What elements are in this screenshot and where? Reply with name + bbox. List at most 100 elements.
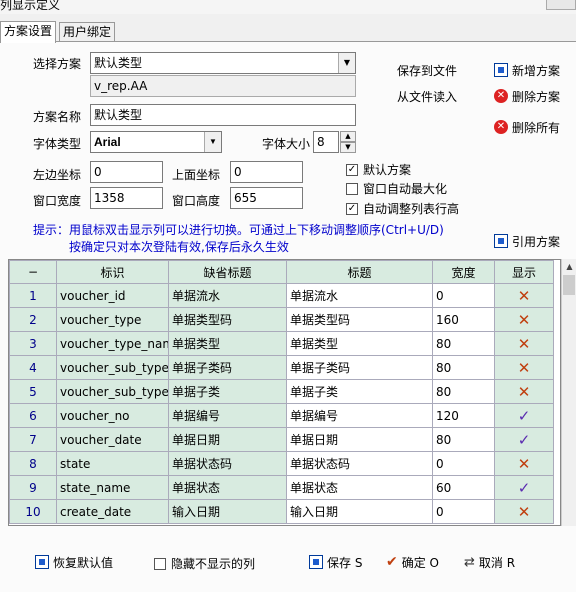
- tab-user-binding[interactable]: 用户绑定: [59, 22, 116, 42]
- cell-show[interactable]: ✕: [494, 307, 554, 332]
- tab-scheme-settings[interactable]: 方案设置: [0, 21, 57, 43]
- cell-default-title[interactable]: 单据类型: [168, 331, 287, 356]
- cell-key[interactable]: state_name: [56, 475, 169, 500]
- header-width[interactable]: 宽度: [432, 260, 495, 284]
- cell-key[interactable]: voucher_type_nam: [56, 331, 169, 356]
- vertical-scrollbar[interactable]: ▲: [561, 259, 576, 526]
- chevron-down-icon[interactable]: ▼: [338, 53, 355, 73]
- hide-hidden-columns-checkbox[interactable]: 隐藏不显示的列: [154, 555, 255, 572]
- row-number[interactable]: 2: [9, 307, 57, 332]
- cell-default-title[interactable]: 单据状态: [168, 475, 287, 500]
- cell-key[interactable]: voucher_id: [56, 283, 169, 308]
- spin-up-icon[interactable]: ▲: [340, 131, 356, 142]
- cell-width[interactable]: 80: [432, 427, 495, 452]
- row-number[interactable]: 8: [9, 451, 57, 476]
- row-number[interactable]: 3: [9, 331, 57, 356]
- delete-all-button[interactable]: ✕ 删除所有: [494, 117, 560, 137]
- cell-title[interactable]: 单据子类: [286, 379, 433, 404]
- font-size-input[interactable]: 8: [313, 131, 339, 153]
- cell-title[interactable]: 单据子类码: [286, 355, 433, 380]
- cell-title[interactable]: 单据类型: [286, 331, 433, 356]
- corner-cell[interactable]: −: [9, 260, 57, 284]
- header-show[interactable]: 显示: [494, 260, 554, 284]
- cell-key[interactable]: voucher_sub_type: [56, 355, 169, 380]
- cell-key[interactable]: voucher_type: [56, 307, 169, 332]
- window-height-input[interactable]: 655: [230, 187, 303, 209]
- save-button[interactable]: 保存 S: [309, 552, 362, 572]
- table-row[interactable]: 7 voucher_date 单据日期 单据日期 80 ✓: [9, 427, 554, 452]
- row-number[interactable]: 10: [9, 499, 57, 524]
- cell-key[interactable]: voucher_sub_type: [56, 379, 169, 404]
- scheme-select[interactable]: 默认类型 ▼: [90, 52, 356, 74]
- header-key[interactable]: 标识: [56, 260, 169, 284]
- header-default-title[interactable]: 缺省标题: [168, 260, 287, 284]
- default-scheme-checkbox[interactable]: ✓ 默认方案: [346, 161, 411, 178]
- cell-title[interactable]: 输入日期: [286, 499, 433, 524]
- cell-key[interactable]: create_date: [56, 499, 169, 524]
- left-coord-input[interactable]: 0: [90, 161, 163, 183]
- cell-show[interactable]: ✕: [494, 283, 554, 308]
- cell-default-title[interactable]: 单据编号: [168, 403, 287, 428]
- table-row[interactable]: 8 state 单据状态码 单据状态码 0 ✕: [9, 451, 554, 476]
- row-number[interactable]: 6: [9, 403, 57, 428]
- font-size-spinner[interactable]: ▲ ▼: [340, 131, 356, 153]
- table-row[interactable]: 1 voucher_id 单据流水 单据流水 0 ✕: [9, 283, 554, 308]
- restore-default-button[interactable]: 恢复默认值: [35, 552, 113, 572]
- cell-title[interactable]: 单据编号: [286, 403, 433, 428]
- column-grid[interactable]: − 标识 缺省标题 标题 宽度 显示 1 voucher_id 单据流水 单据流水 0 ✕…: [8, 259, 561, 526]
- scroll-up-icon[interactable]: ▲: [562, 259, 576, 274]
- spin-down-icon[interactable]: ▼: [340, 142, 356, 153]
- cell-title[interactable]: 单据日期: [286, 427, 433, 452]
- cell-show[interactable]: ✕: [494, 499, 554, 524]
- cell-default-title[interactable]: 单据子类码: [168, 355, 287, 380]
- save-to-file-button[interactable]: 保存到文件: [397, 60, 457, 80]
- row-number[interactable]: 1: [9, 283, 57, 308]
- row-number[interactable]: 7: [9, 427, 57, 452]
- row-number[interactable]: 5: [9, 379, 57, 404]
- cell-width[interactable]: 80: [432, 355, 495, 380]
- cell-width[interactable]: 80: [432, 379, 495, 404]
- font-type-select[interactable]: Arial ▼: [90, 131, 222, 153]
- cell-width[interactable]: 0: [432, 499, 495, 524]
- row-number[interactable]: 9: [9, 475, 57, 500]
- cell-default-title[interactable]: 单据日期: [168, 427, 287, 452]
- row-number[interactable]: 4: [9, 355, 57, 380]
- cancel-button[interactable]: ⇄ 取消 R: [464, 552, 515, 572]
- table-row[interactable]: 9 state_name 单据状态 单据状态 60 ✓: [9, 475, 554, 500]
- cell-show[interactable]: ✕: [494, 331, 554, 356]
- apply-scheme-button[interactable]: 引用方案: [494, 231, 560, 251]
- cell-width[interactable]: 80: [432, 331, 495, 356]
- cell-default-title[interactable]: 单据状态码: [168, 451, 287, 476]
- table-row[interactable]: 4 voucher_sub_type 单据子类码 单据子类码 80 ✕: [9, 355, 554, 380]
- table-row[interactable]: 2 voucher_type 单据类型码 单据类型码 160 ✕: [9, 307, 554, 332]
- auto-row-height-checkbox[interactable]: ✓ 自动调整列表行高: [346, 200, 459, 217]
- cell-title[interactable]: 单据状态: [286, 475, 433, 500]
- load-from-file-button[interactable]: 从文件读入: [397, 86, 457, 106]
- cell-key[interactable]: state: [56, 451, 169, 476]
- table-row[interactable]: 6 voucher_no 单据编号 单据编号 120 ✓: [9, 403, 554, 428]
- table-row[interactable]: 3 voucher_type_nam 单据类型 单据类型 80 ✕: [9, 331, 554, 356]
- cell-show[interactable]: ✓: [494, 403, 554, 428]
- close-button[interactable]: [546, 0, 576, 10]
- cell-show[interactable]: ✓: [494, 427, 554, 452]
- cell-key[interactable]: voucher_no: [56, 403, 169, 428]
- cell-title[interactable]: 单据类型码: [286, 307, 433, 332]
- cell-title[interactable]: 单据状态码: [286, 451, 433, 476]
- cell-show[interactable]: ✓: [494, 475, 554, 500]
- top-coord-input[interactable]: 0: [230, 161, 303, 183]
- chevron-down-icon[interactable]: ▼: [204, 132, 221, 152]
- cell-title[interactable]: 单据流水: [286, 283, 433, 308]
- cell-width[interactable]: 160: [432, 307, 495, 332]
- cell-default-title[interactable]: 单据子类: [168, 379, 287, 404]
- scroll-thumb[interactable]: [563, 275, 575, 295]
- cell-show[interactable]: ✕: [494, 379, 554, 404]
- cell-default-title[interactable]: 单据类型码: [168, 307, 287, 332]
- table-row[interactable]: 5 voucher_sub_type 单据子类 单据子类 80 ✕: [9, 379, 554, 404]
- ok-button[interactable]: ✔ 确定 O: [386, 552, 439, 572]
- cell-width[interactable]: 60: [432, 475, 495, 500]
- new-scheme-button[interactable]: 新增方案: [494, 60, 560, 80]
- cell-default-title[interactable]: 输入日期: [168, 499, 287, 524]
- scheme-name-input[interactable]: 默认类型: [90, 104, 356, 126]
- cell-default-title[interactable]: 单据流水: [168, 283, 287, 308]
- cell-width[interactable]: 0: [432, 283, 495, 308]
